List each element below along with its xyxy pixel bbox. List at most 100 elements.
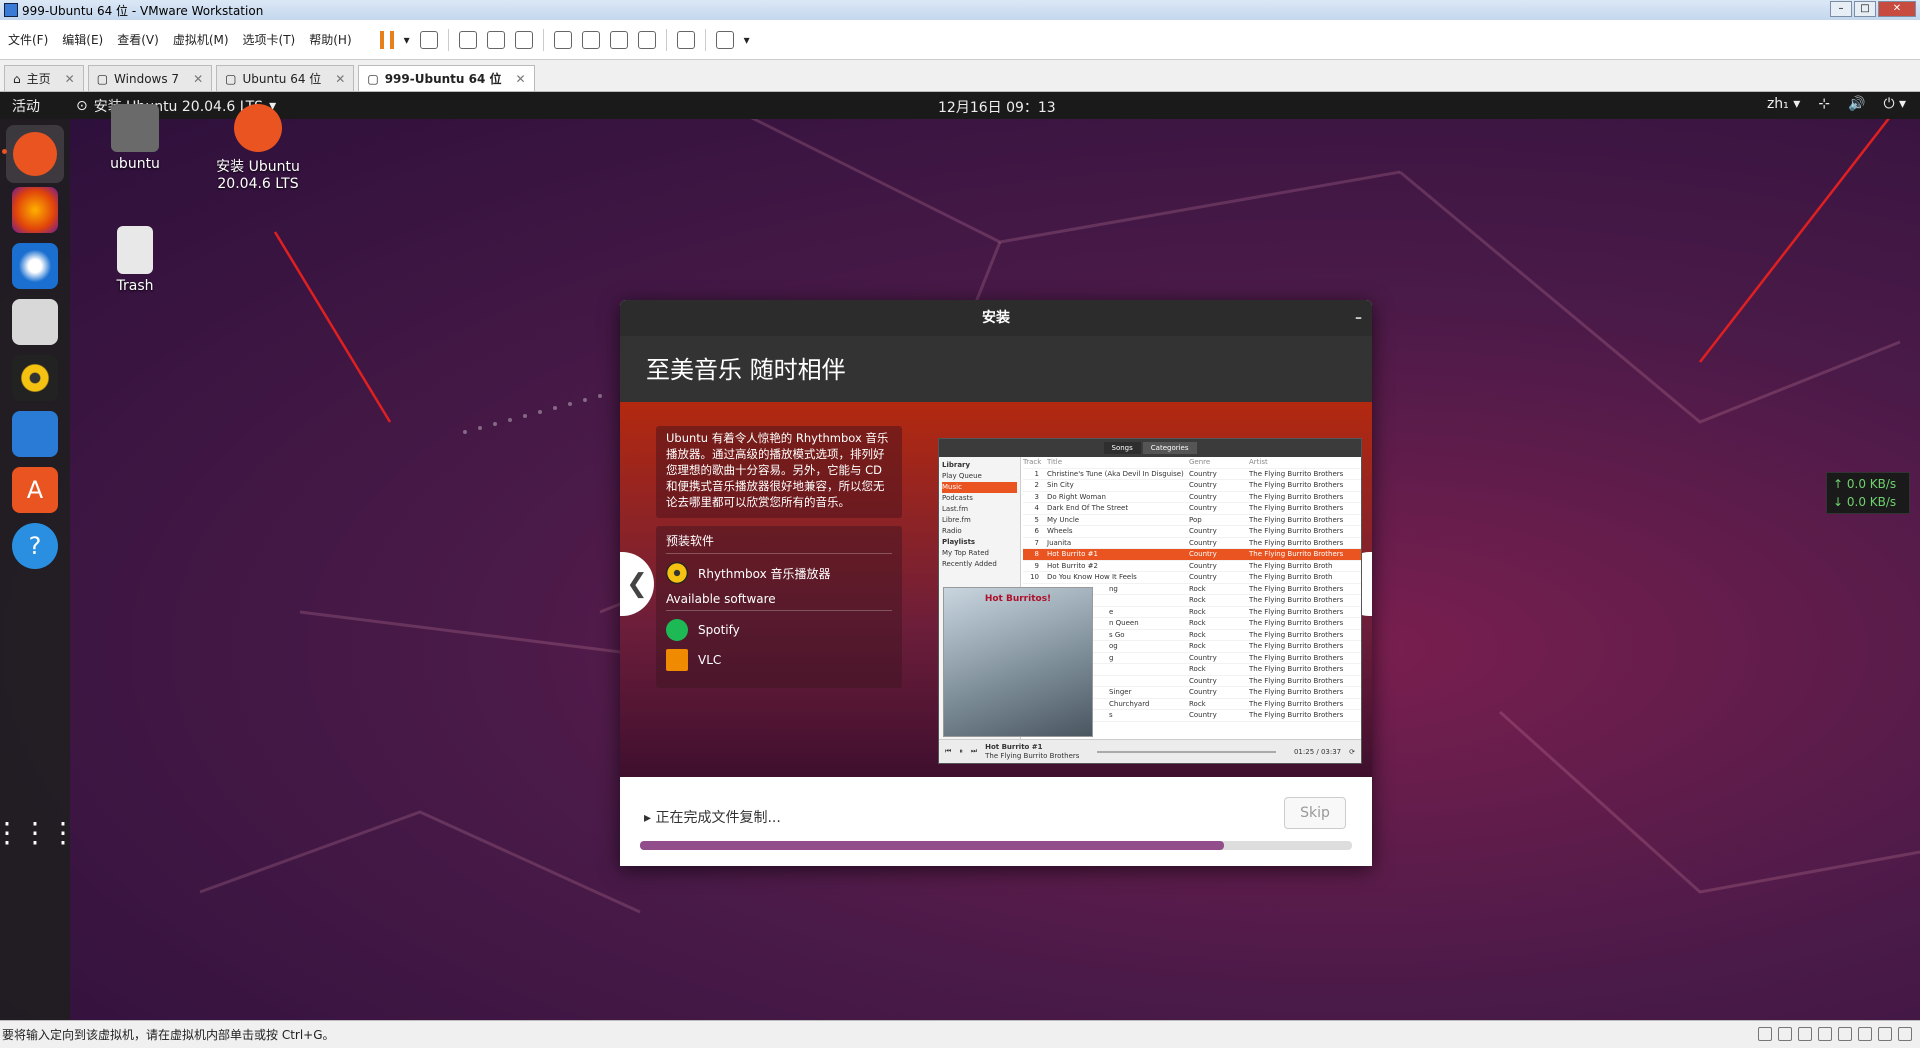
- stretch-icon[interactable]: [715, 30, 734, 49]
- message-icon[interactable]: [1898, 1027, 1912, 1041]
- previous-slide-button[interactable]: ❮: [620, 552, 654, 616]
- tab-windows7[interactable]: ▢ Windows 7 ✕: [87, 65, 213, 91]
- ubuntu-installer-dock-icon[interactable]: [6, 125, 64, 183]
- snapshot-icon[interactable]: [458, 30, 477, 49]
- close-button[interactable]: ✕: [1878, 1, 1916, 17]
- view-library-icon[interactable]: [553, 30, 572, 49]
- revert-snapshot-icon[interactable]: [486, 30, 505, 49]
- rb-cell-track: 4: [1034, 504, 1039, 512]
- desktop-home[interactable]: ubuntu: [100, 104, 170, 172]
- spotify-icon: [666, 619, 688, 641]
- vm-screen[interactable]: 活动 ⊙ 安装 Ubuntu 20.04.6 LTS ▾ 12月16日 09：13 …: [0, 92, 1920, 1020]
- rb-cell-genre: Rock: [1189, 607, 1206, 616]
- help-icon[interactable]: ?: [12, 523, 58, 569]
- dropdown-icon[interactable]: ▾: [404, 33, 410, 47]
- maximize-button[interactable]: □: [1854, 1, 1876, 17]
- desktop-installer[interactable]: 安装 Ubuntu 20.04.6 LTS: [200, 104, 316, 192]
- send-keys-icon[interactable]: [419, 30, 438, 49]
- rb-cell-title: Do Right Woman: [1047, 492, 1106, 501]
- upload-speed: ↑ 0.0 KB/s: [1833, 477, 1897, 491]
- network-icon[interactable]: ⊹: [1818, 96, 1830, 112]
- pause-icon[interactable]: [379, 30, 394, 49]
- menu-tabs[interactable]: 选项卡(T): [243, 31, 296, 48]
- rb-track-row: 9 Hot Burrito #2 Country The Flying Burrito…: [1023, 561, 1361, 572]
- vm-icon: ▢: [225, 71, 237, 86]
- rb-cell-artist: The Flying Burrito Brothers: [1249, 653, 1344, 662]
- tab-ubuntu[interactable]: ▢ Ubuntu 64 位 ✕: [216, 65, 355, 91]
- libreoffice-writer-icon[interactable]: [12, 411, 58, 457]
- software-center-icon[interactable]: A: [12, 467, 58, 513]
- rb-cell-title: My Uncle: [1047, 515, 1080, 524]
- console-icon[interactable]: [676, 30, 695, 49]
- firefox-icon[interactable]: [12, 187, 58, 233]
- close-tab-icon[interactable]: ✕: [193, 72, 203, 86]
- hdd-icon[interactable]: [1758, 1027, 1772, 1041]
- rb-cell-genre: Country: [1189, 492, 1217, 501]
- dialog-titlebar: 安装 –: [620, 300, 1372, 336]
- desktop-trash[interactable]: Trash: [100, 226, 170, 294]
- vm-icon: ▢: [96, 71, 109, 86]
- rb-col-title: Title: [1047, 458, 1063, 466]
- rb-track-row: 10 Do You Know How It Feels Country The Fly…: [1023, 572, 1361, 584]
- rb-cell-title: Dark End Of The Street: [1047, 504, 1129, 512]
- dropdown-icon[interactable]: ▾: [744, 33, 750, 47]
- rb-lib-item: Library: [942, 461, 971, 469]
- rhythmbox-icon[interactable]: [12, 355, 58, 401]
- activities-button[interactable]: 活动: [12, 96, 40, 116]
- rb-cell-artist: The Flying Burrito Brothers: [1249, 642, 1344, 650]
- tab-home[interactable]: ⌂ 主页 ✕: [4, 65, 84, 91]
- network-adapter-icon[interactable]: [1798, 1027, 1812, 1041]
- progress-expander[interactable]: ▸ 正在完成文件复制...: [644, 807, 781, 827]
- menu-help[interactable]: 帮助(H): [309, 31, 351, 48]
- power-icon[interactable]: ⏻ ▾: [1883, 96, 1906, 112]
- tab-999-ubuntu[interactable]: ▢ 999-Ubuntu 64 位 ✕: [358, 65, 535, 91]
- thunderbird-icon[interactable]: [12, 243, 58, 289]
- menu-vm[interactable]: 虚拟机(M): [173, 31, 229, 48]
- show-apps-icon[interactable]: ⋮⋮⋮: [0, 809, 77, 855]
- rb-tab-categories: Categories: [1142, 442, 1197, 454]
- rb-cell-track: 7: [1034, 538, 1039, 547]
- menu-edit[interactable]: 编辑(E): [62, 31, 103, 48]
- volume-icon[interactable]: 🔊: [1848, 96, 1865, 112]
- rb-cell-artist: The Flying Burrito Brothers: [1249, 515, 1344, 524]
- rb-track-row: 1 Christine's Tune (Aka Devil In Disguise…: [1023, 469, 1361, 480]
- close-tab-icon[interactable]: ✕: [335, 72, 345, 86]
- snapshot-manager-icon[interactable]: [514, 30, 533, 49]
- desktop-installer-label: 安装 Ubuntu 20.04.6 LTS: [216, 159, 300, 192]
- close-tab-icon[interactable]: ✕: [516, 72, 526, 86]
- minimize-button[interactable]: –: [1830, 1, 1852, 17]
- status-text: 要将输入定向到该虚拟机，请在虚拟机内部单击或按 Ctrl+G。: [2, 1028, 335, 1042]
- minimize-icon[interactable]: –: [1355, 300, 1362, 336]
- home-icon: ⌂: [13, 71, 21, 86]
- display-icon[interactable]: [1878, 1027, 1892, 1041]
- usb-icon[interactable]: [1818, 1027, 1832, 1041]
- trash-icon: [117, 226, 153, 274]
- printer-icon[interactable]: [1858, 1027, 1872, 1041]
- rb-cell-genre: Country: [1189, 561, 1217, 570]
- rb-lib-item: Libre.fm: [942, 516, 971, 524]
- vmware-icon: [4, 3, 18, 17]
- close-tab-icon[interactable]: ✕: [65, 72, 75, 86]
- rb-cell-title: Wheels: [1047, 527, 1073, 535]
- rb-cell-genre: Country: [1189, 711, 1217, 719]
- sound-icon[interactable]: [1838, 1027, 1852, 1041]
- status-bar: 要将输入定向到该虚拟机，请在虚拟机内部单击或按 Ctrl+G。: [0, 1020, 1920, 1048]
- unity-icon[interactable]: [637, 30, 656, 49]
- menu-view[interactable]: 查看(V): [117, 31, 159, 48]
- available-heading: Available software: [666, 592, 892, 611]
- input-method[interactable]: zh₁ ▾: [1767, 96, 1800, 112]
- rb-cell-artist: The Flying Burrito Brothers: [1249, 584, 1344, 593]
- fullscreen-icon[interactable]: [609, 30, 628, 49]
- cdrom-icon[interactable]: [1778, 1027, 1792, 1041]
- files-icon[interactable]: [12, 299, 58, 345]
- rb-cell-genre: Rock: [1189, 630, 1206, 639]
- clock[interactable]: 12月16日 09：13: [938, 97, 1056, 117]
- vm-icon: ▢: [367, 71, 379, 86]
- window-title: 999-Ubuntu 64 位 - VMware Workstation: [22, 3, 264, 18]
- menu-file[interactable]: 文件(F): [8, 31, 48, 48]
- skip-button[interactable]: Skip: [1284, 797, 1346, 829]
- view-thumbnail-icon[interactable]: [581, 30, 600, 49]
- rb-cell-track: 3: [1034, 492, 1039, 501]
- album-title: Hot Burritos!: [984, 594, 1052, 604]
- rb-table-header: Track Title Genre Artist: [1023, 457, 1361, 469]
